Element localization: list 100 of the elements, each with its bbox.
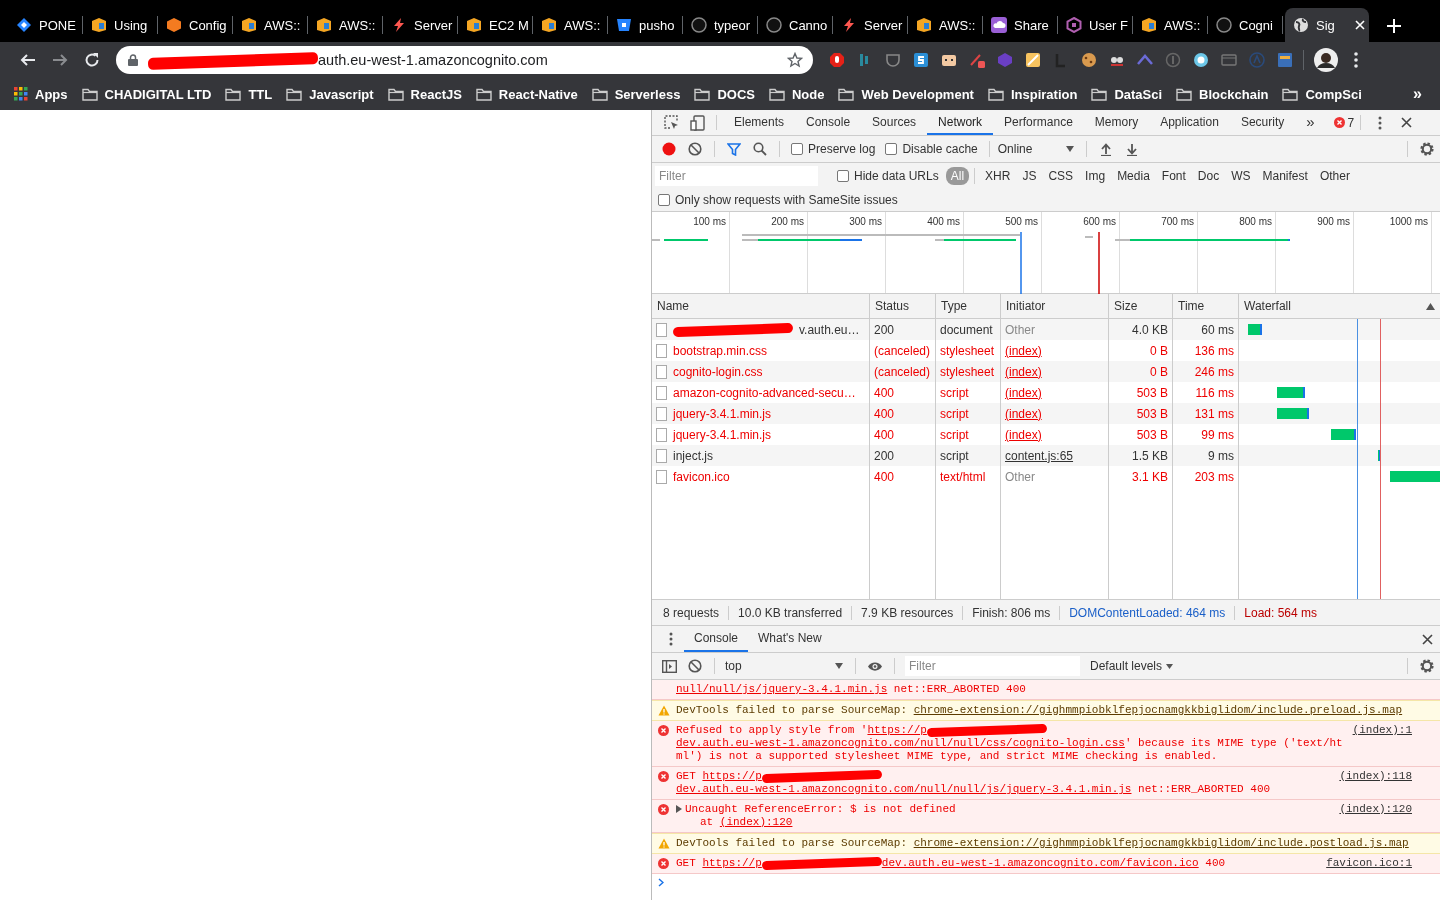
initiator-link[interactable]: (index) — [1005, 406, 1042, 421]
request-name[interactable]: inject.js — [673, 448, 713, 463]
column-header[interactable]: Time — [1178, 299, 1205, 313]
bookmark-link[interactable]: React-Native — [498, 86, 578, 102]
forward-icon[interactable] — [52, 52, 68, 68]
reload-icon[interactable] — [84, 52, 100, 68]
request-name[interactable]: bootstrap.min.css — [673, 343, 768, 358]
link[interactable]: https://p — [702, 857, 762, 869]
menu-icon[interactable] — [1354, 52, 1358, 68]
type-filter[interactable]: XHR — [980, 166, 1016, 185]
bookmark-link[interactable]: Web Development — [861, 86, 974, 102]
column-header[interactable]: Status — [875, 299, 910, 313]
expand-arrow-icon[interactable] — [676, 805, 682, 814]
device-icon[interactable] — [689, 114, 705, 131]
settings-icon[interactable] — [1419, 658, 1435, 674]
source-link[interactable]: (index):120 — [1339, 803, 1412, 829]
type-filter[interactable]: Media — [1112, 166, 1155, 185]
drawer-tab[interactable]: What's New — [748, 626, 832, 652]
checkbox[interactable] — [658, 193, 670, 206]
bookmark-link[interactable]: ReactJS — [410, 86, 462, 102]
bookmark-link[interactable]: Serverless — [614, 86, 681, 102]
source-link[interactable]: (index):118 — [1339, 770, 1412, 796]
throttling-dropdown[interactable]: Online — [997, 136, 1080, 162]
type-filter[interactable]: CSS — [1043, 166, 1079, 185]
record-icon[interactable] — [662, 142, 676, 156]
bookmark-link[interactable]: Node — [791, 86, 825, 102]
link[interactable]: (index):120 — [719, 816, 793, 828]
link[interactable]: chrome-extension://gighmmpiobklfepjocnamgkkbiglidom/include.preload.js.map — [913, 704, 1403, 716]
link[interactable]: dev.auth.eu-west-1.amazoncognito.com/null/null/css/cognito-login.css — [676, 737, 1125, 749]
request-name[interactable]: jquery-3.4.1.min.js — [673, 427, 772, 442]
column-header[interactable]: Name — [657, 299, 689, 313]
bookmark-link[interactable]: Blockchain — [1199, 86, 1269, 102]
type-filter[interactable]: JS — [1017, 166, 1042, 185]
filter-field[interactable]: Filter — [905, 656, 1080, 676]
link[interactable]: chrome-extension://gighmmpiobklfepjocnamgkkbiglidom/include.postload.js.map — [913, 837, 1409, 849]
column-header[interactable]: Waterfall — [1244, 299, 1291, 313]
column-header[interactable]: Initiator — [1006, 299, 1046, 313]
checkbox[interactable] — [791, 143, 803, 155]
request-name[interactable]: amazon-cognito-advanced-secu… — [673, 385, 856, 400]
initiator-link[interactable]: (index) — [1005, 427, 1042, 442]
type-filter[interactable]: Font — [1156, 166, 1191, 185]
initiator-link[interactable]: (index) — [1005, 364, 1042, 379]
link[interactable]: https://p — [702, 770, 762, 782]
inspect-icon[interactable] — [663, 115, 679, 130]
star-icon[interactable] — [787, 52, 803, 68]
source-link[interactable]: favicon.ico:1 — [1326, 857, 1412, 870]
extension-icon[interactable] — [1277, 52, 1293, 68]
request-name[interactable]: cognito-login.css — [673, 364, 763, 379]
close-icon[interactable] — [1400, 117, 1412, 128]
request-name[interactable]: v.auth.eu… — [799, 322, 860, 337]
bookmark-link[interactable]: CHADIGITAL LTD — [104, 86, 212, 102]
type-filter[interactable]: WS — [1226, 166, 1256, 185]
bookmark-link[interactable]: DOCS — [717, 86, 755, 102]
panel-tab[interactable]: Sources — [861, 110, 928, 135]
checkbox[interactable] — [885, 143, 898, 155]
eye-icon[interactable] — [867, 660, 883, 672]
context-dropdown[interactable]: top — [721, 653, 849, 679]
extension-icon[interactable] — [913, 52, 929, 68]
clear-icon[interactable] — [688, 142, 702, 156]
bookmark-link[interactable]: TTL — [248, 86, 273, 102]
bookmark-link[interactable]: CompSci — [1305, 86, 1362, 102]
error-count[interactable]: 7 — [1347, 115, 1355, 130]
bookmark-link[interactable]: Javascript — [309, 86, 374, 102]
panel-tab[interactable]: Elements — [723, 110, 796, 135]
sort-arrow-icon[interactable] — [1426, 302, 1435, 310]
levels-dropdown[interactable]: Default levels — [1084, 653, 1180, 679]
extension-icon[interactable] — [1081, 52, 1097, 68]
upload-icon[interactable] — [1099, 142, 1112, 156]
type-filter[interactable]: Other — [1314, 166, 1355, 185]
link[interactable]: dev.auth.eu-west-1.amazoncognito.com/favicon.ico — [881, 857, 1199, 869]
initiator-link[interactable]: (index) — [1005, 343, 1042, 358]
download-icon[interactable] — [1125, 142, 1138, 156]
filter-field[interactable]: Filter — [655, 165, 818, 186]
panel-tab[interactable]: Application — [1149, 110, 1230, 135]
filter-icon[interactable] — [727, 142, 741, 156]
type-filter[interactable]: Doc — [1192, 166, 1225, 185]
column-header[interactable]: Size — [1114, 299, 1138, 313]
avatar-icon[interactable] — [1314, 48, 1338, 72]
bookmark-link[interactable]: DataSci — [1114, 86, 1163, 102]
address-bar[interactable]: auth.eu-west-1.amazoncognito.com — [116, 46, 813, 74]
request-name[interactable]: favicon.ico — [673, 469, 730, 484]
source-link[interactable]: (index):1 — [1352, 724, 1412, 763]
bookmark-link[interactable]: Apps — [35, 86, 68, 102]
type-filter[interactable]: Img — [1080, 166, 1111, 185]
link[interactable]: null/null/js/jquery-3.4.1.min.js — [676, 683, 888, 695]
panel-tab[interactable]: Performance — [993, 110, 1084, 135]
extension-icon[interactable] — [941, 52, 957, 68]
initiator-link[interactable]: content.js:65 — [1005, 448, 1074, 463]
extension-icon[interactable] — [1193, 52, 1209, 68]
column-header[interactable]: Type — [941, 299, 967, 313]
more-bookmarks-button[interactable]: » — [1413, 85, 1422, 103]
extension-icon[interactable] — [1025, 52, 1041, 68]
clear-icon[interactable] — [688, 659, 702, 673]
initiator-link[interactable]: (index) — [1005, 385, 1042, 400]
search-icon[interactable] — [753, 142, 767, 156]
drawer-menu-icon[interactable] — [669, 632, 673, 646]
bookmark-link[interactable]: Inspiration — [1010, 86, 1078, 102]
new-tab-icon[interactable] — [1387, 19, 1401, 33]
back-icon[interactable] — [20, 52, 36, 68]
settings-icon[interactable] — [1419, 141, 1435, 157]
